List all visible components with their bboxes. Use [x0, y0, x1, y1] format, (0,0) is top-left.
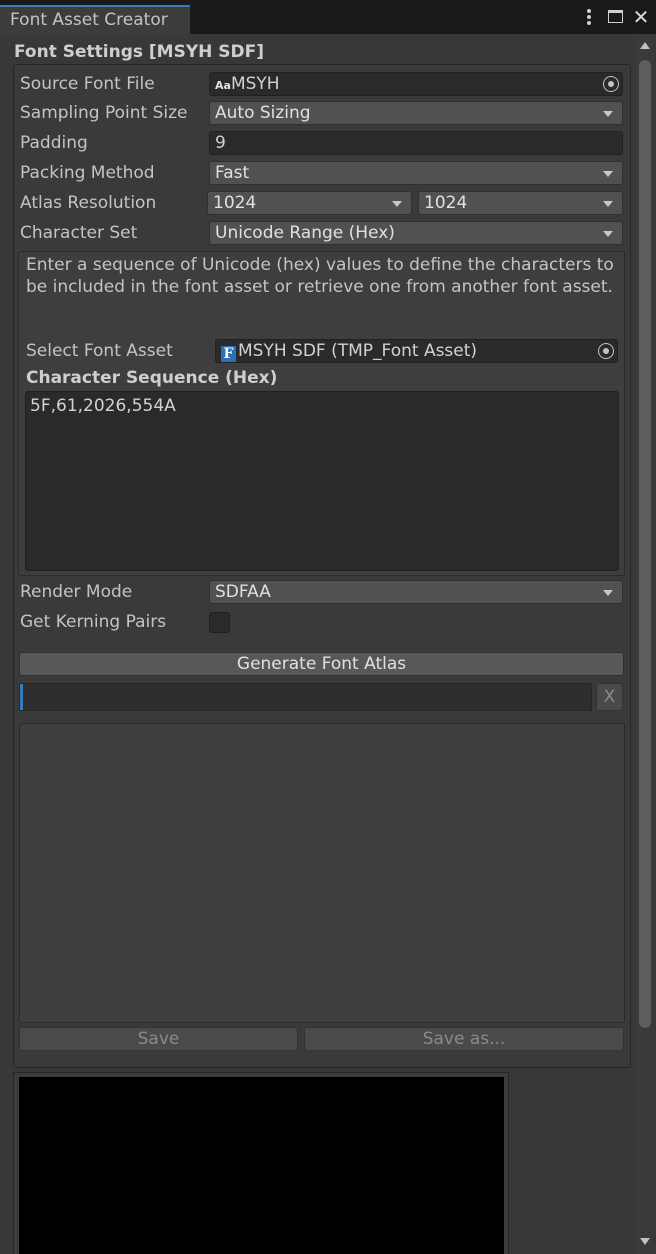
padding-field[interactable]: 9: [209, 131, 623, 155]
close-icon[interactable]: ✕: [630, 4, 652, 30]
atlas-height-dropdown[interactable]: 1024: [418, 191, 623, 215]
sampling-point-size-value: Auto Sizing: [215, 103, 311, 123]
chevron-down-icon: [603, 171, 613, 177]
font-asset-icon: F: [221, 346, 236, 362]
scroll-down-arrow-icon[interactable]: [640, 1238, 650, 1245]
packing-method-value: Fast: [215, 163, 250, 183]
character-sequence-value: 5F,61,2026,554A: [30, 396, 176, 416]
character-set-value: Unicode Range (Hex): [215, 223, 395, 243]
clear-progress-label: X: [603, 687, 616, 707]
sampling-point-size-dropdown[interactable]: Auto Sizing: [209, 101, 623, 125]
output-text-area[interactable]: [19, 723, 625, 1023]
padding-label: Padding: [20, 133, 88, 153]
render-mode-label: Render Mode: [20, 582, 133, 602]
save-label: Save: [137, 1029, 180, 1049]
character-sequence-textarea[interactable]: 5F,61,2026,554A: [25, 391, 619, 571]
scrollbar-thumb[interactable]: [639, 60, 651, 1028]
chevron-down-icon: [603, 590, 613, 596]
source-font-file-label: Source Font File: [20, 74, 155, 94]
help-text: Enter a sequence of Unicode (hex) values…: [26, 255, 614, 297]
clear-progress-button[interactable]: X: [596, 683, 623, 711]
select-font-asset-value: MSYH SDF (TMP_Font Asset): [238, 341, 478, 361]
generate-font-atlas-label: Generate Font Atlas: [236, 654, 407, 674]
atlas-height-value: 1024: [424, 193, 468, 213]
progress-bar-fill: [20, 684, 23, 710]
render-mode-dropdown[interactable]: SDFAA: [209, 580, 623, 604]
packing-method-label: Packing Method: [20, 163, 155, 183]
window-tab[interactable]: Font Asset Creator: [0, 5, 190, 34]
atlas-resolution-label: Atlas Resolution: [20, 193, 157, 213]
atlas-width-value: 1024: [213, 193, 257, 213]
window-tab-title: Font Asset Creator: [10, 10, 168, 30]
character-set-dropdown[interactable]: Unicode Range (Hex): [209, 221, 623, 245]
close-glyph: ✕: [632, 5, 650, 29]
save-button[interactable]: Save: [19, 1027, 298, 1051]
sampling-point-size-label: Sampling Point Size: [20, 103, 188, 123]
progress-bar: [19, 683, 592, 711]
atlas-preview-image: [19, 1077, 504, 1254]
chevron-down-icon: [603, 111, 613, 117]
source-font-file-field[interactable]: AaMSYH: [209, 72, 623, 96]
render-mode-value: SDFAA: [215, 582, 271, 602]
source-font-file-value: MSYH: [230, 74, 280, 94]
generate-font-atlas-button[interactable]: Generate Font Atlas: [19, 652, 624, 676]
more-options-icon[interactable]: [584, 8, 594, 26]
object-picker-icon[interactable]: [603, 76, 619, 92]
get-kerning-pairs-checkbox[interactable]: [209, 612, 230, 633]
save-as-label: Save as...: [422, 1029, 506, 1049]
select-font-asset-field[interactable]: F MSYH SDF (TMP_Font Asset): [215, 339, 618, 363]
select-font-asset-label: Select Font Asset: [26, 341, 173, 361]
packing-method-dropdown[interactable]: Fast: [209, 161, 623, 185]
font-file-icon: Aa: [215, 79, 231, 92]
section-header: Font Settings [MSYH SDF]: [14, 42, 265, 62]
get-kerning-pairs-label: Get Kerning Pairs: [20, 612, 167, 632]
scrollbar[interactable]: [636, 36, 654, 1254]
object-picker-icon[interactable]: [598, 343, 614, 359]
save-as-button[interactable]: Save as...: [304, 1027, 624, 1051]
padding-value: 9: [215, 133, 226, 153]
character-set-label: Character Set: [20, 223, 138, 243]
maximize-icon[interactable]: [608, 10, 623, 23]
chevron-down-icon: [392, 201, 402, 207]
chevron-down-icon: [603, 231, 613, 237]
scroll-up-arrow-icon[interactable]: [640, 42, 650, 49]
character-sequence-label: Character Sequence (Hex): [26, 368, 278, 388]
atlas-width-dropdown[interactable]: 1024: [207, 191, 412, 215]
chevron-down-icon: [603, 201, 613, 207]
